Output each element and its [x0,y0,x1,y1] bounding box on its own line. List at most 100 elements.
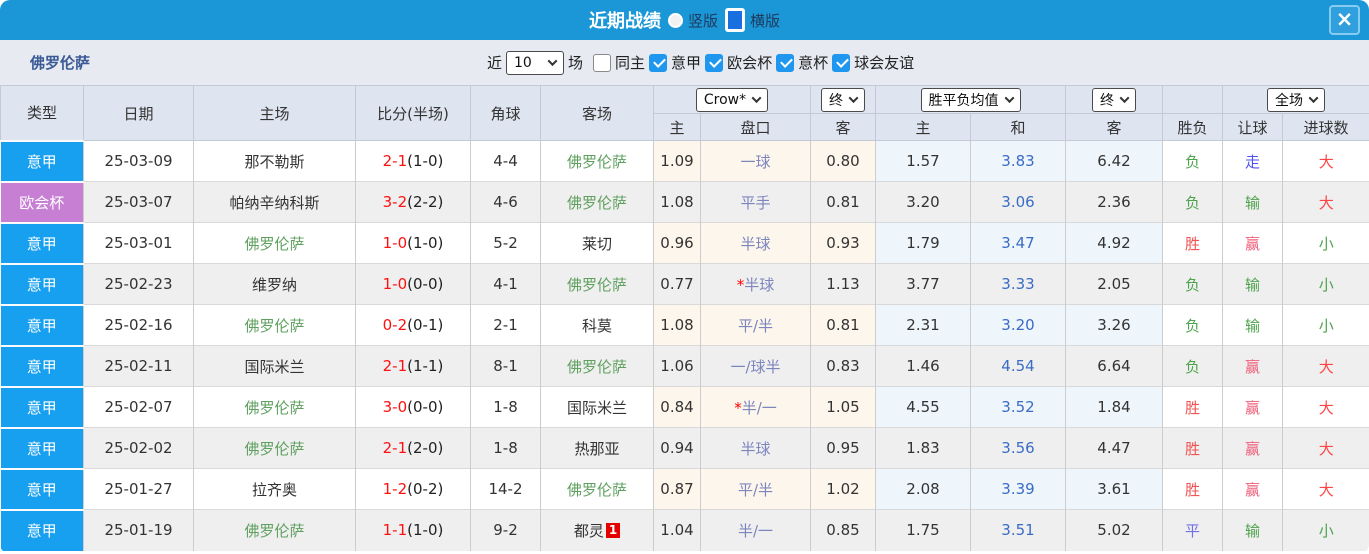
col-header-odds-home: 主 [654,114,701,141]
cell-corner: 4-6 [471,182,541,223]
cell-date: 25-02-02 [84,428,194,469]
cell-home-team: 帕纳辛纳科斯 [194,182,356,223]
cell-draw-odds: 3.83 [971,141,1066,182]
cell-odds-home: 1.08 [654,182,701,223]
bookmaker-select-value: Crow* [704,92,746,108]
score-halftime: (0-0) [407,398,443,416]
cell-handicap-result: 输 [1223,510,1283,551]
league-checkbox-serie-a[interactable] [649,54,667,72]
cell-win-odds: 4.55 [876,387,971,428]
close-button[interactable]: × [1329,5,1360,35]
cell-handicap: 半球 [701,428,811,469]
cell-handicap: 一/球半 [701,346,811,387]
cell-handicap-result: 赢 [1223,387,1283,428]
results-tbody: 意甲25-03-09那不勒斯2-1(1-0)4-4佛罗伦萨1.09一球0.801… [1,141,1369,551]
cell-odds-away: 1.13 [811,264,876,305]
col-header-goals: 进球数 [1283,114,1369,141]
col-header-odds-away: 客 [811,114,876,141]
cell-league-badge: 意甲 [1,141,84,182]
cell-draw-odds: 3.39 [971,469,1066,510]
results-table: 类型 日期 主场 比分(半场) 角球 客场 Crow* 终 胜平负均值 终 [0,85,1369,551]
table-row: 意甲25-02-23维罗纳1-0(0-0)4-1佛罗伦萨0.77*半球1.133… [1,264,1369,305]
cell-result: 负 [1163,346,1223,387]
chevron-down-icon [1004,93,1014,103]
cell-odds-away: 0.81 [811,305,876,346]
table-row: 意甲25-02-16佛罗伦萨0-2(0-1)2-1科莫1.08平/半0.812.… [1,305,1369,346]
cell-date: 25-01-27 [84,469,194,510]
away-team-name: 都灵 [574,522,604,540]
cell-win-odds: 1.83 [876,428,971,469]
cell-score: 0-2(0-1) [356,305,471,346]
score-fulltime: 1-1 [383,521,408,539]
cell-score: 2-1(1-0) [356,141,471,182]
cell-lose-odds: 4.47 [1066,428,1163,469]
final-odds-select-left[interactable]: 终 [821,88,865,112]
radio-unselected-icon[interactable] [668,13,683,28]
cell-home-team: 佛罗伦萨 [194,387,356,428]
cell-odds-away: 0.81 [811,182,876,223]
cell-away-team: 佛罗伦萨 [541,264,654,305]
table-row: 意甲25-03-09那不勒斯2-1(1-0)4-4佛罗伦萨1.09一球0.801… [1,141,1369,182]
cell-lose-odds: 6.42 [1066,141,1163,182]
scope-select[interactable]: 全场 [1267,88,1325,112]
cell-odds-home: 1.08 [654,305,701,346]
cell-home-team: 佛罗伦萨 [194,510,356,551]
away-team-name: 科莫 [582,317,612,335]
score-halftime: (0-2) [407,480,443,498]
radio-horizontal-layout[interactable]: 横版 [725,8,780,32]
avg-select[interactable]: 胜平负均值 [921,88,1021,112]
radio-horizontal-label: 横版 [750,10,780,31]
league-checkbox-friendly[interactable] [832,54,850,72]
final-odds-left-value: 终 [829,90,843,110]
col-header-lose: 客 [1066,114,1163,141]
cell-handicap: 平/半 [701,469,811,510]
away-team-name: 佛罗伦萨 [567,153,627,171]
cell-away-team: 佛罗伦萨 [541,141,654,182]
cell-away-team: 科莫 [541,305,654,346]
cell-lose-odds: 1.84 [1066,387,1163,428]
league-checkbox-coppa-italia[interactable] [776,54,794,72]
recent-count-select[interactable]: 10 [506,51,564,75]
cell-home-team: 佛罗伦萨 [194,223,356,264]
cell-result: 胜 [1163,469,1223,510]
bookmaker-select[interactable]: Crow* [696,88,768,112]
cell-handicap: 半球 [701,223,811,264]
away-team-name: 佛罗伦萨 [567,481,627,499]
cell-home-team: 拉齐奥 [194,469,356,510]
title-group: 近期战绩 竖版 横版 [589,7,780,33]
cell-odds-away: 0.95 [811,428,876,469]
radio-selected-icon[interactable] [725,8,745,32]
league-checkbox-conference[interactable] [705,54,723,72]
cell-corner: 2-1 [471,305,541,346]
col-header-score: 比分(半场) [356,86,471,141]
final-odds-select-right[interactable]: 终 [1092,88,1136,112]
score-halftime: (1-1) [407,357,443,375]
cell-draw-odds: 3.47 [971,223,1066,264]
star-icon: * [734,399,742,417]
col-header-result: 胜负 [1163,114,1223,141]
cell-handicap-result: 走 [1223,141,1283,182]
score-fulltime: 1-0 [383,234,408,252]
cell-corner: 9-2 [471,510,541,551]
radio-vertical-layout[interactable]: 竖版 [668,10,718,31]
bookmaker-select-cell: Crow* [654,86,811,114]
cell-goals-result: 大 [1283,141,1369,182]
cell-handicap-result: 赢 [1223,346,1283,387]
cell-date: 25-02-11 [84,346,194,387]
col-header-date: 日期 [84,86,194,141]
cell-home-team: 维罗纳 [194,264,356,305]
scope-select-cell: 全场 [1223,86,1369,114]
cell-lose-odds: 2.05 [1066,264,1163,305]
league-label-coppa-italia: 意杯 [798,52,828,73]
score-fulltime: 2-1 [383,439,408,457]
cell-corner: 5-2 [471,223,541,264]
table-row: 意甲25-03-01佛罗伦萨1-0(1-0)5-2莱切0.96半球0.931.7… [1,223,1369,264]
col-header-win: 主 [876,114,971,141]
col-header-home: 主场 [194,86,356,141]
cell-score: 3-0(0-0) [356,387,471,428]
cell-draw-odds: 3.20 [971,305,1066,346]
cell-odds-home: 1.04 [654,510,701,551]
cell-handicap-result: 输 [1223,182,1283,223]
cell-goals-result: 小 [1283,305,1369,346]
same-home-checkbox[interactable] [593,54,611,72]
